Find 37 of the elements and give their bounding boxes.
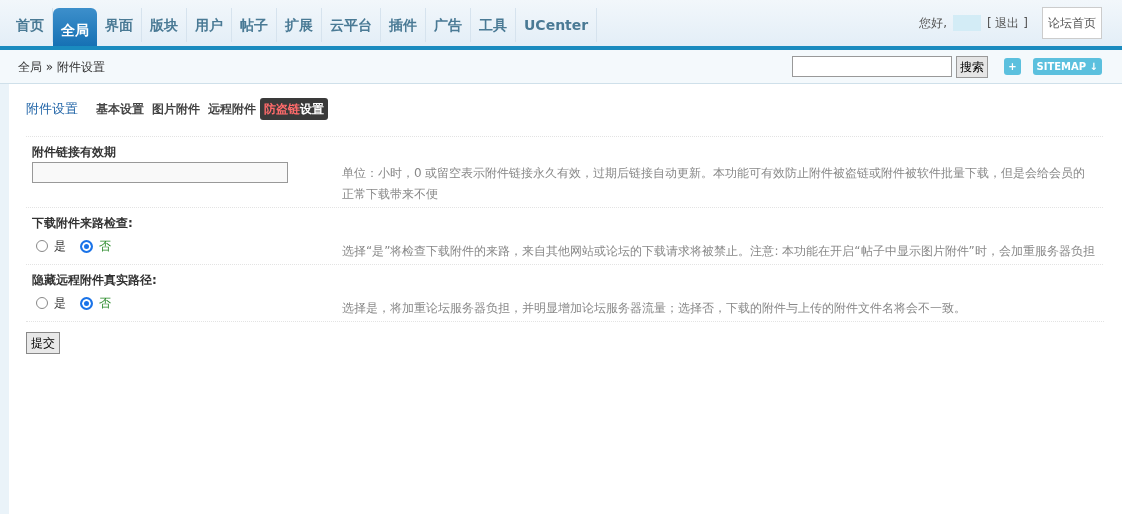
search-button[interactable]: 搜索 bbox=[956, 55, 989, 78]
text-field[interactable] bbox=[32, 162, 288, 183]
nav-tab[interactable]: 用户 bbox=[187, 8, 232, 42]
nav-tab[interactable]: 插件 bbox=[381, 8, 426, 42]
forum-home-button[interactable]: 论坛首页 bbox=[1042, 7, 1102, 39]
page-title: 附件设置 bbox=[26, 100, 78, 119]
setting-hint: 单位：小时，0 或留空表示附件链接永久有效，过期后链接自动更新。本功能可有效防止附件被盗链或附件被软件批量下载，但是会给会员的正常下载带来不便 bbox=[342, 165, 1087, 203]
sub-tab[interactable]: 防盗链设置 bbox=[260, 98, 328, 120]
nav-tab[interactable]: UCenter bbox=[516, 8, 598, 42]
search-field[interactable] bbox=[792, 56, 953, 77]
radio-button[interactable] bbox=[80, 239, 93, 253]
username-mask bbox=[953, 15, 981, 31]
sub-tab[interactable]: 基本设置 bbox=[92, 98, 148, 120]
nav-tab[interactable]: 版块 bbox=[142, 8, 187, 42]
radio-option[interactable]: 是 bbox=[36, 237, 66, 255]
radio-option[interactable]: 是 bbox=[36, 294, 66, 312]
radio-button[interactable] bbox=[80, 296, 93, 310]
setting-hint: 选择“是”将检查下载附件的来路，来自其他网站或论坛的下载请求将被禁止。注意: 本功能在开启“帖子中显示图片附件”时，会加重服务器负担 bbox=[342, 243, 1095, 260]
nav-tab[interactable]: 云平台 bbox=[322, 8, 381, 42]
setting-label: 隐藏远程附件真实路径: bbox=[32, 272, 158, 289]
radio-option[interactable]: 否 bbox=[80, 237, 111, 255]
setting-hint: 选择是，将加重论坛服务器负担，并明显增加论坛服务器流量；选择否，下载的附件与上传的附件文件名将会不一致。 bbox=[342, 300, 966, 317]
nav-tab[interactable]: 帖子 bbox=[232, 8, 277, 42]
greeting: 您好, bbox=[919, 15, 947, 32]
nav-tab[interactable]: 界面 bbox=[97, 8, 142, 42]
radio-option[interactable]: 否 bbox=[80, 294, 111, 312]
nav-tab[interactable]: 工具 bbox=[471, 8, 516, 42]
setting-label: 附件链接有效期 bbox=[32, 144, 117, 161]
sub-tab[interactable]: 远程附件 bbox=[204, 98, 260, 120]
breadcrumb: 全局 » 附件设置 bbox=[18, 58, 105, 76]
nav-tab[interactable]: 扩展 bbox=[277, 8, 322, 42]
setting-label: 下载附件来路检查: bbox=[32, 215, 134, 232]
nav-tab[interactable]: 广告 bbox=[426, 8, 471, 42]
submit-button[interactable]: 提交 bbox=[26, 332, 60, 354]
sub-tab[interactable]: 图片附件 bbox=[148, 98, 204, 120]
logout-link[interactable]: [ 退出 ] bbox=[987, 14, 1028, 32]
nav-tab[interactable]: 全局 bbox=[53, 8, 97, 46]
